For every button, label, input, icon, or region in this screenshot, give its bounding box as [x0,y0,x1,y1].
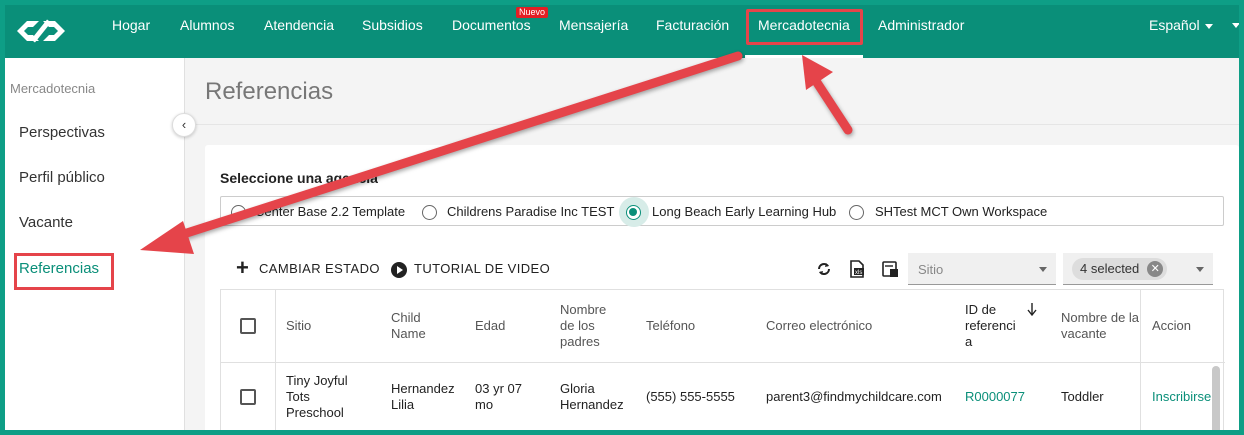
cell-referral-id-link[interactable]: R0000077 [965,389,1025,405]
change-status-button[interactable]: CAMBIAR ESTADO [259,261,380,276]
more-menu-chevron-icon[interactable] [1232,23,1239,28]
column-header-parents[interactable]: Nombre de los padres [560,302,606,350]
brand-logo[interactable] [13,15,69,47]
play-icon[interactable] [391,262,407,278]
nav-item-hogar[interactable]: Hogar [112,5,150,58]
agency-option-label: Childrens Paradise Inc TEST [447,204,615,219]
column-header-referral-id[interactable]: ID de referenci a [965,302,1016,350]
cell-parents: Gloria Hernandez [560,381,624,412]
column-divider [275,290,276,430]
column-header-site[interactable]: Sitio [286,318,311,334]
column-header-email[interactable]: Correo electrónico [766,318,872,334]
top-navigation: Hogar Alumnos Atendencia Subsidios Docum… [5,5,1239,58]
column-header-age[interactable]: Edad [475,318,505,334]
row-checkbox[interactable] [240,389,256,405]
cell-phone: (555) 555-5555 [646,389,735,404]
selected-chip: 4 selected ✕ [1072,258,1168,280]
cell-vacancy: Toddler [1061,389,1104,404]
column-header-phone[interactable]: Teléfono [646,318,695,334]
column-divider [1140,290,1141,430]
nav-item-mensajeria[interactable]: Mensajería [559,5,628,58]
agency-radio-group: Center Base 2.2 Template Childrens Parad… [220,196,1224,227]
svg-text:xls: xls [855,270,862,276]
table-scrollbar[interactable] [1212,366,1220,430]
site-select-placeholder: Sitio [918,262,944,277]
agency-radio-1[interactable] [231,205,246,220]
status-multiselect[interactable]: 4 selected ✕ [1063,253,1213,285]
divider [185,124,1239,125]
nav-active-indicator [745,55,863,58]
enroll-link[interactable]: Inscribirse [1152,389,1211,405]
column-header-vacancy[interactable]: Nombre de la vacante [1061,310,1139,342]
annotation-highlight-nav [746,9,863,45]
nav-item-administrador[interactable]: Administrador [878,5,964,58]
chevron-down-icon [1039,267,1047,272]
cell-email: parent3@findmychildcare.com [766,389,942,404]
sidebar-item-perfil-publico[interactable]: Perfil público [19,169,105,186]
nav-item-atendencia[interactable]: Atendencia [264,5,334,58]
site-select[interactable]: Sitio [908,253,1056,285]
sidebar: Mercadotecnia Perspectivas Perfil públic… [5,58,185,430]
clear-selection-icon[interactable]: ✕ [1147,261,1164,277]
collapse-sidebar-button[interactable]: ‹ [172,113,196,137]
referrals-table: Sitio Child Name Edad Nombre de los padr… [220,289,1225,430]
annotation-highlight-sidebar [14,253,114,290]
chevron-down-icon [1196,267,1204,272]
chevron-down-icon [1204,23,1213,29]
sidebar-title: Mercadotecnia [10,81,96,96]
select-all-checkbox[interactable] [240,318,256,334]
column-header-child-name[interactable]: Child Name [391,310,426,342]
agency-radio-3[interactable] [626,205,641,220]
agency-label: Seleccione una agencia [220,170,378,186]
sidebar-item-perspectivas[interactable]: Perspectivas [19,124,105,141]
cell-child-name: Hernandez Lilia [391,381,455,412]
language-selector[interactable]: Español [1149,5,1213,45]
agency-option-label: Center Base 2.2 Template [255,204,406,219]
page-title: Referencias [205,78,334,105]
agency-option-label: SHTest MCT Own Workspace [875,204,1048,219]
plus-icon[interactable]: + [236,255,249,281]
export-excel-icon[interactable]: xls [846,259,868,279]
referrals-card: Seleccione una agencia Center Base 2.2 T… [205,145,1239,430]
language-label: Español [1149,17,1200,33]
video-tutorial-button[interactable]: TUTORIAL DE VIDEO [414,261,550,276]
cell-age: 03 yr 07 mo [475,381,522,412]
nav-item-alumnos[interactable]: Alumnos [180,5,234,58]
sidebar-item-vacante[interactable]: Vacante [19,214,73,231]
header-divider [221,362,1225,363]
agency-option-label: Long Beach Early Learning Hub [652,204,837,219]
nav-item-facturacion[interactable]: Facturación [656,5,729,58]
app-frame: Hogar Alumnos Atendencia Subsidios Docum… [5,5,1239,430]
new-badge: Nuevo [516,7,549,18]
nav-item-subsidios[interactable]: Subsidios [362,5,423,58]
cell-site: Tiny Joyful Tots Preschool [286,373,348,420]
sort-down-arrow-icon[interactable] [1027,302,1037,316]
chevron-left-icon: ‹ [181,117,187,132]
print-icon[interactable] [879,259,901,279]
column-header-action: Accion [1152,318,1192,333]
agency-radio-4[interactable] [849,205,864,220]
refresh-icon[interactable] [813,259,835,279]
selected-chip-label: 4 selected [1080,261,1140,276]
agency-radio-2[interactable] [422,205,437,220]
